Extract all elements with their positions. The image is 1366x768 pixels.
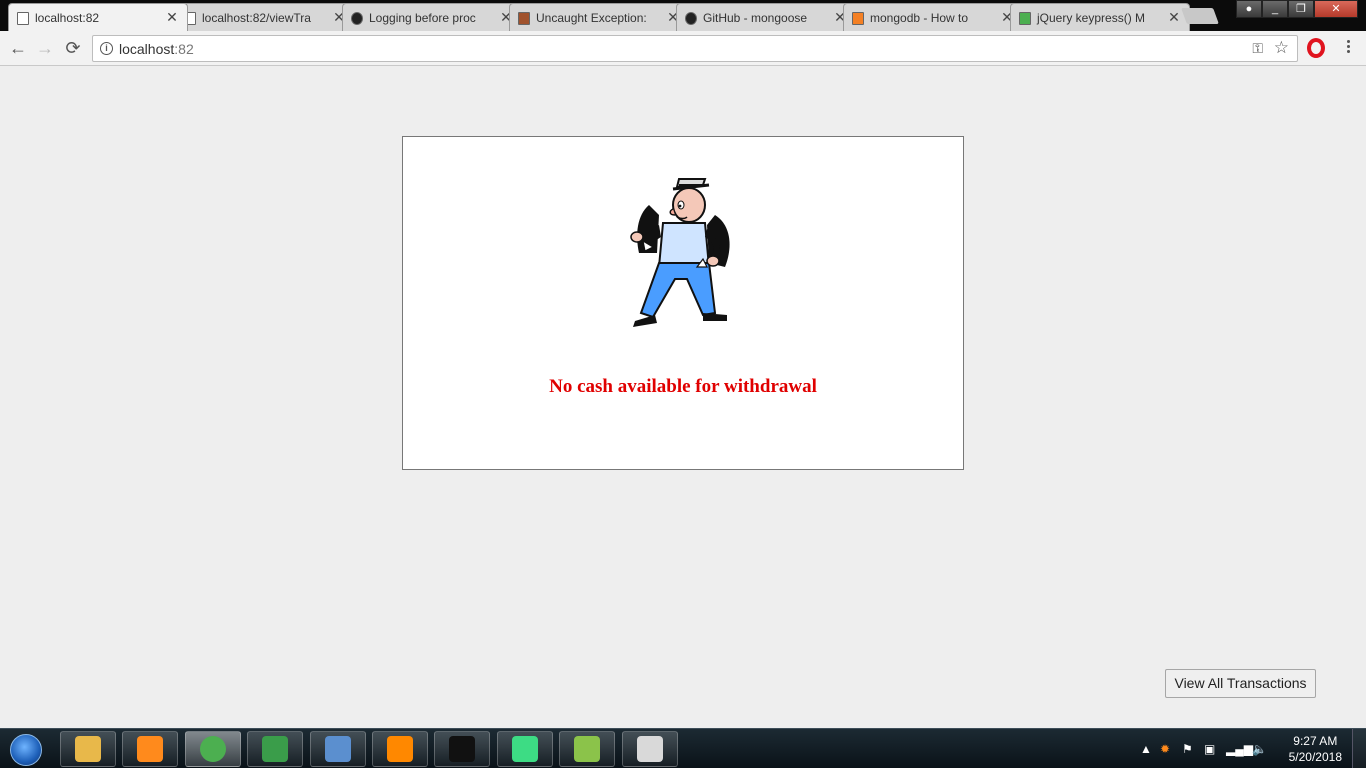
window-controls: ● _ ❐ ✕ [1236, 0, 1358, 18]
command-prompt-icon [449, 736, 476, 762]
site-info-icon[interactable]: i [100, 42, 113, 55]
url-text[interactable]: localhost:82 [119, 41, 194, 57]
tab-title: Uncaught Exception: [536, 10, 647, 25]
media-player-icon [137, 736, 164, 762]
github-icon [684, 11, 698, 25]
clock-time: 9:27 AM [1293, 734, 1338, 748]
bookmark-star-icon[interactable]: ☆ [1274, 38, 1289, 58]
tab-title: jQuery keypress() M [1037, 10, 1146, 25]
paint-icon [636, 736, 663, 762]
tab-title: GitHub - mongoose [703, 10, 808, 25]
device-icon[interactable]: ▣ [1204, 742, 1215, 756]
network-app-icon [262, 736, 289, 762]
taskbar-app-notepad-plus-plus[interactable] [559, 731, 616, 767]
back-button[interactable]: ← [7, 37, 29, 59]
maximize-button[interactable]: ❐ [1288, 0, 1314, 18]
taskbar-app-file-explorer[interactable] [60, 731, 116, 767]
clock[interactable]: 9:27 AM 5/20/2018 [1289, 733, 1342, 765]
page-icon [16, 11, 30, 25]
taskbar-app-network-app[interactable] [247, 731, 304, 767]
forward-button[interactable]: → [34, 37, 56, 59]
tab-title: localhost:82 [35, 10, 100, 25]
tab-title: mongodb - How to [870, 10, 969, 25]
taskbar-app-vlc[interactable] [372, 731, 428, 767]
tab-close-icon[interactable]: ✕ [165, 10, 179, 24]
notepad-plus-plus-icon [574, 736, 601, 762]
empty-pockets-man-illustration [630, 178, 730, 327]
tab-title: Logging before proc [369, 10, 476, 25]
tab-0[interactable]: localhost:82 ✕ [8, 3, 188, 31]
file-explorer-icon [75, 736, 101, 762]
show-desktop-button[interactable] [1352, 729, 1366, 768]
avatar-icon [517, 11, 531, 25]
menu-icon[interactable] [1340, 40, 1356, 56]
tab-4[interactable]: GitHub - mongoose ✕ [676, 3, 856, 31]
taskbar-app-paint[interactable] [621, 731, 678, 767]
new-tab-button[interactable] [1181, 8, 1219, 24]
tab-2[interactable]: Logging before proc ✕ [342, 3, 522, 31]
view-all-transactions-button[interactable]: View All Transactions [1165, 669, 1316, 698]
taskbar-app-command-prompt[interactable] [434, 731, 491, 767]
avast-icon[interactable]: ✹ [1160, 742, 1170, 756]
page-content: No cash available for withdrawal View Al… [0, 67, 1366, 728]
tab-3[interactable]: Uncaught Exception: ✕ [509, 3, 689, 31]
volume-icon[interactable]: 🔈 [1252, 742, 1267, 756]
tab-close-icon[interactable]: ✕ [1167, 10, 1181, 24]
opera-extension-icon[interactable] [1307, 38, 1325, 58]
url-port: :82 [174, 41, 194, 57]
tab-title: localhost:82/viewTra [202, 10, 311, 25]
url-host: localhost [119, 41, 175, 57]
message-card: No cash available for withdrawal [402, 136, 964, 470]
reload-button[interactable]: ⟳ [62, 37, 84, 59]
tray-expand-icon[interactable]: ▲ [1140, 742, 1152, 756]
w3schools-icon [1018, 11, 1032, 25]
tab-5[interactable]: mongodb - How to ✕ [843, 3, 1023, 31]
virtualbox-icon [324, 736, 351, 762]
minimize-button[interactable]: _ [1262, 0, 1288, 18]
tab-1[interactable]: localhost:82/viewTra ✕ [175, 3, 355, 31]
key-icon[interactable]: ⚿ [1252, 40, 1263, 57]
network-icon[interactable]: ▂▄▆ [1226, 742, 1253, 756]
vlc-icon [387, 736, 413, 762]
taskbar-app-virtualbox[interactable] [309, 731, 366, 767]
windows-logo-icon [10, 734, 42, 766]
taskbar-app-android-studio[interactable] [496, 731, 553, 767]
android-studio-icon [511, 736, 538, 762]
taskbar-app-chrome[interactable] [184, 731, 241, 767]
address-bar[interactable]: i localhost:82 ⚿ ☆ [92, 35, 1298, 62]
clock-date: 5/20/2018 [1288, 750, 1342, 764]
github-icon [350, 11, 364, 25]
start-button[interactable] [6, 732, 46, 766]
tab-6[interactable]: jQuery keypress() M ✕ [1010, 3, 1190, 31]
window-close-button[interactable]: ✕ [1314, 0, 1358, 18]
no-cash-message: No cash available for withdrawal [549, 376, 817, 397]
windows-taskbar: ▲ ✹ ⚑ ▣ ▂▄▆ 🔈 9:27 AM 5/20/2018 [0, 728, 1366, 768]
browser-toolbar: ← → ⟳ i localhost:82 ⚿ ☆ [0, 31, 1366, 66]
stackoverflow-icon [851, 11, 865, 25]
chrome-icon [199, 736, 226, 762]
user-icon[interactable]: ● [1236, 0, 1262, 18]
action-center-icon[interactable]: ⚑ [1182, 742, 1193, 756]
tab-strip: localhost:82 ✕ localhost:82/viewTra ✕ Loggin… [0, 0, 1366, 31]
taskbar-app-media-player[interactable] [122, 731, 179, 767]
